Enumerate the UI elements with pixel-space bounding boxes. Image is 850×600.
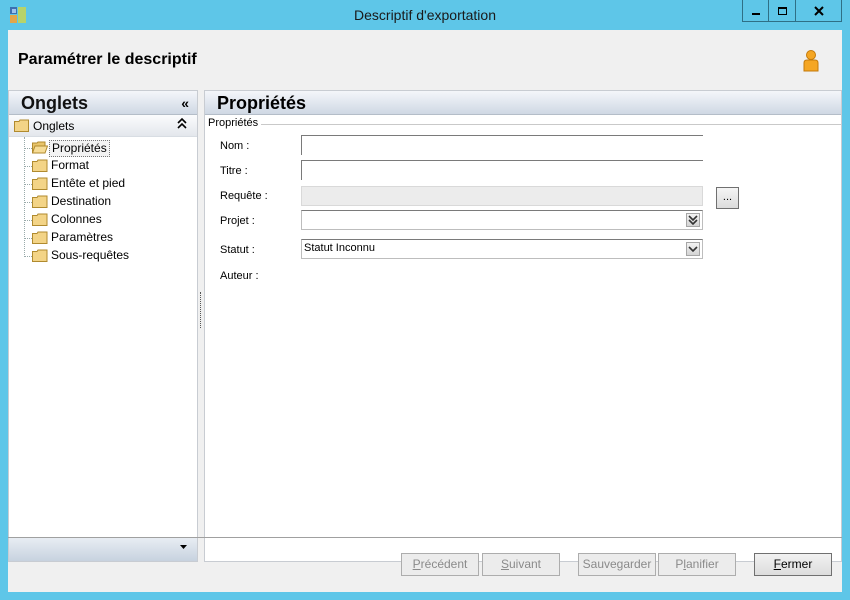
- fermer-button[interactable]: Fermer: [754, 553, 832, 576]
- user-icon: [803, 50, 819, 72]
- tree-item-label: Entête et pied: [51, 176, 126, 190]
- titre-input[interactable]: [301, 160, 703, 180]
- projet-combo[interactable]: [301, 210, 703, 230]
- collapse-panel-icon[interactable]: «: [181, 95, 189, 111]
- projet-dropdown-button[interactable]: [686, 213, 700, 227]
- properties-panel: Propriétés Propriétés Nom : Titre : Requ…: [204, 90, 842, 562]
- app-window: Descriptif d'exportation Paramétrer le d…: [0, 0, 850, 600]
- sauvegarder-button[interactable]: Sauvegarder: [578, 553, 656, 576]
- folder-icon: [32, 231, 48, 244]
- client-area: Paramétrer le descriptif Onglets « Ongle…: [8, 30, 842, 592]
- statut-combo[interactable]: Statut Inconnu: [301, 239, 703, 259]
- tree-item-label: Sous-requêtes: [51, 248, 130, 262]
- tree-item-entete-pied[interactable]: Entête et pied: [9, 175, 197, 193]
- precedent-button[interactable]: Précédent: [401, 553, 479, 576]
- requete-browse-button[interactable]: ...: [716, 187, 739, 209]
- groupbox-title: Propriétés: [208, 117, 259, 129]
- panel-splitter[interactable]: [200, 292, 202, 328]
- folder-open-icon: [32, 141, 48, 154]
- folder-icon: [32, 249, 48, 262]
- statut-value: Statut Inconnu: [304, 242, 375, 254]
- tree-item-label: Destination: [51, 194, 112, 208]
- dropdown-arrow-icon[interactable]: [179, 544, 188, 550]
- folder-icon: [14, 119, 29, 132]
- chevron-down-double-icon: [688, 215, 698, 225]
- title-bar[interactable]: Descriptif d'exportation: [0, 0, 850, 30]
- tree-item-colonnes[interactable]: Colonnes: [9, 211, 197, 229]
- tabs-group-label: Onglets: [33, 119, 75, 133]
- folder-icon: [32, 213, 48, 226]
- tree-item-label: Paramètres: [51, 230, 114, 244]
- tabs-panel-footer[interactable]: [9, 537, 197, 561]
- requete-input: [301, 186, 703, 206]
- maximize-button[interactable]: [769, 0, 796, 22]
- statut-dropdown-button[interactable]: [686, 242, 700, 256]
- page-title: Paramétrer le descriptif: [18, 51, 197, 68]
- folder-icon: [32, 159, 48, 172]
- tree-item-sous-requetes[interactable]: Sous-requêtes: [9, 247, 197, 265]
- tabs-panel: Onglets « Onglets Propriétés Format Entê…: [8, 90, 198, 562]
- window-title: Descriptif d'exportation: [354, 7, 496, 23]
- folder-icon: [32, 177, 48, 190]
- tabs-group-header[interactable]: Onglets: [9, 115, 197, 137]
- tree-item-proprietes[interactable]: Propriétés: [9, 139, 197, 157]
- footer-divider: [8, 537, 842, 538]
- tree-item-destination[interactable]: Destination: [9, 193, 197, 211]
- chevron-down-icon: [688, 246, 698, 253]
- nom-label: Nom :: [220, 140, 250, 152]
- tree-item-label: Colonnes: [51, 212, 102, 226]
- page-header: Paramétrer le descriptif: [8, 30, 842, 88]
- auteur-label: Auteur :: [220, 270, 259, 282]
- maximize-icon: [777, 6, 787, 15]
- tree-item-parametres[interactable]: Paramètres: [9, 229, 197, 247]
- nom-input[interactable]: [301, 135, 703, 155]
- properties-panel-header: Propriétés: [205, 91, 841, 115]
- close-button[interactable]: [796, 0, 842, 22]
- suivant-button[interactable]: Suivant: [482, 553, 560, 576]
- tabs-tree: Propriétés Format Entête et pied Destina…: [9, 137, 197, 265]
- requete-label: Requête :: [220, 190, 268, 202]
- statut-label: Statut :: [220, 244, 255, 256]
- tree-item-label: Propriétés: [49, 140, 110, 157]
- projet-label: Projet :: [220, 215, 255, 227]
- titre-label: Titre :: [220, 165, 248, 177]
- tabs-panel-header: Onglets «: [9, 91, 197, 115]
- folder-icon: [32, 195, 48, 208]
- tabs-panel-title: Onglets: [21, 93, 89, 113]
- tree-item-label: Format: [51, 158, 90, 172]
- groupbox-divider: [261, 124, 841, 125]
- tree-item-format[interactable]: Format: [9, 157, 197, 175]
- planifier-button[interactable]: Planifier: [658, 553, 736, 576]
- minimize-icon: [751, 12, 760, 15]
- properties-panel-title: Propriétés: [217, 93, 307, 113]
- close-icon: [813, 5, 824, 16]
- minimize-button[interactable]: [742, 0, 769, 22]
- chevron-up-double-icon[interactable]: [177, 117, 187, 131]
